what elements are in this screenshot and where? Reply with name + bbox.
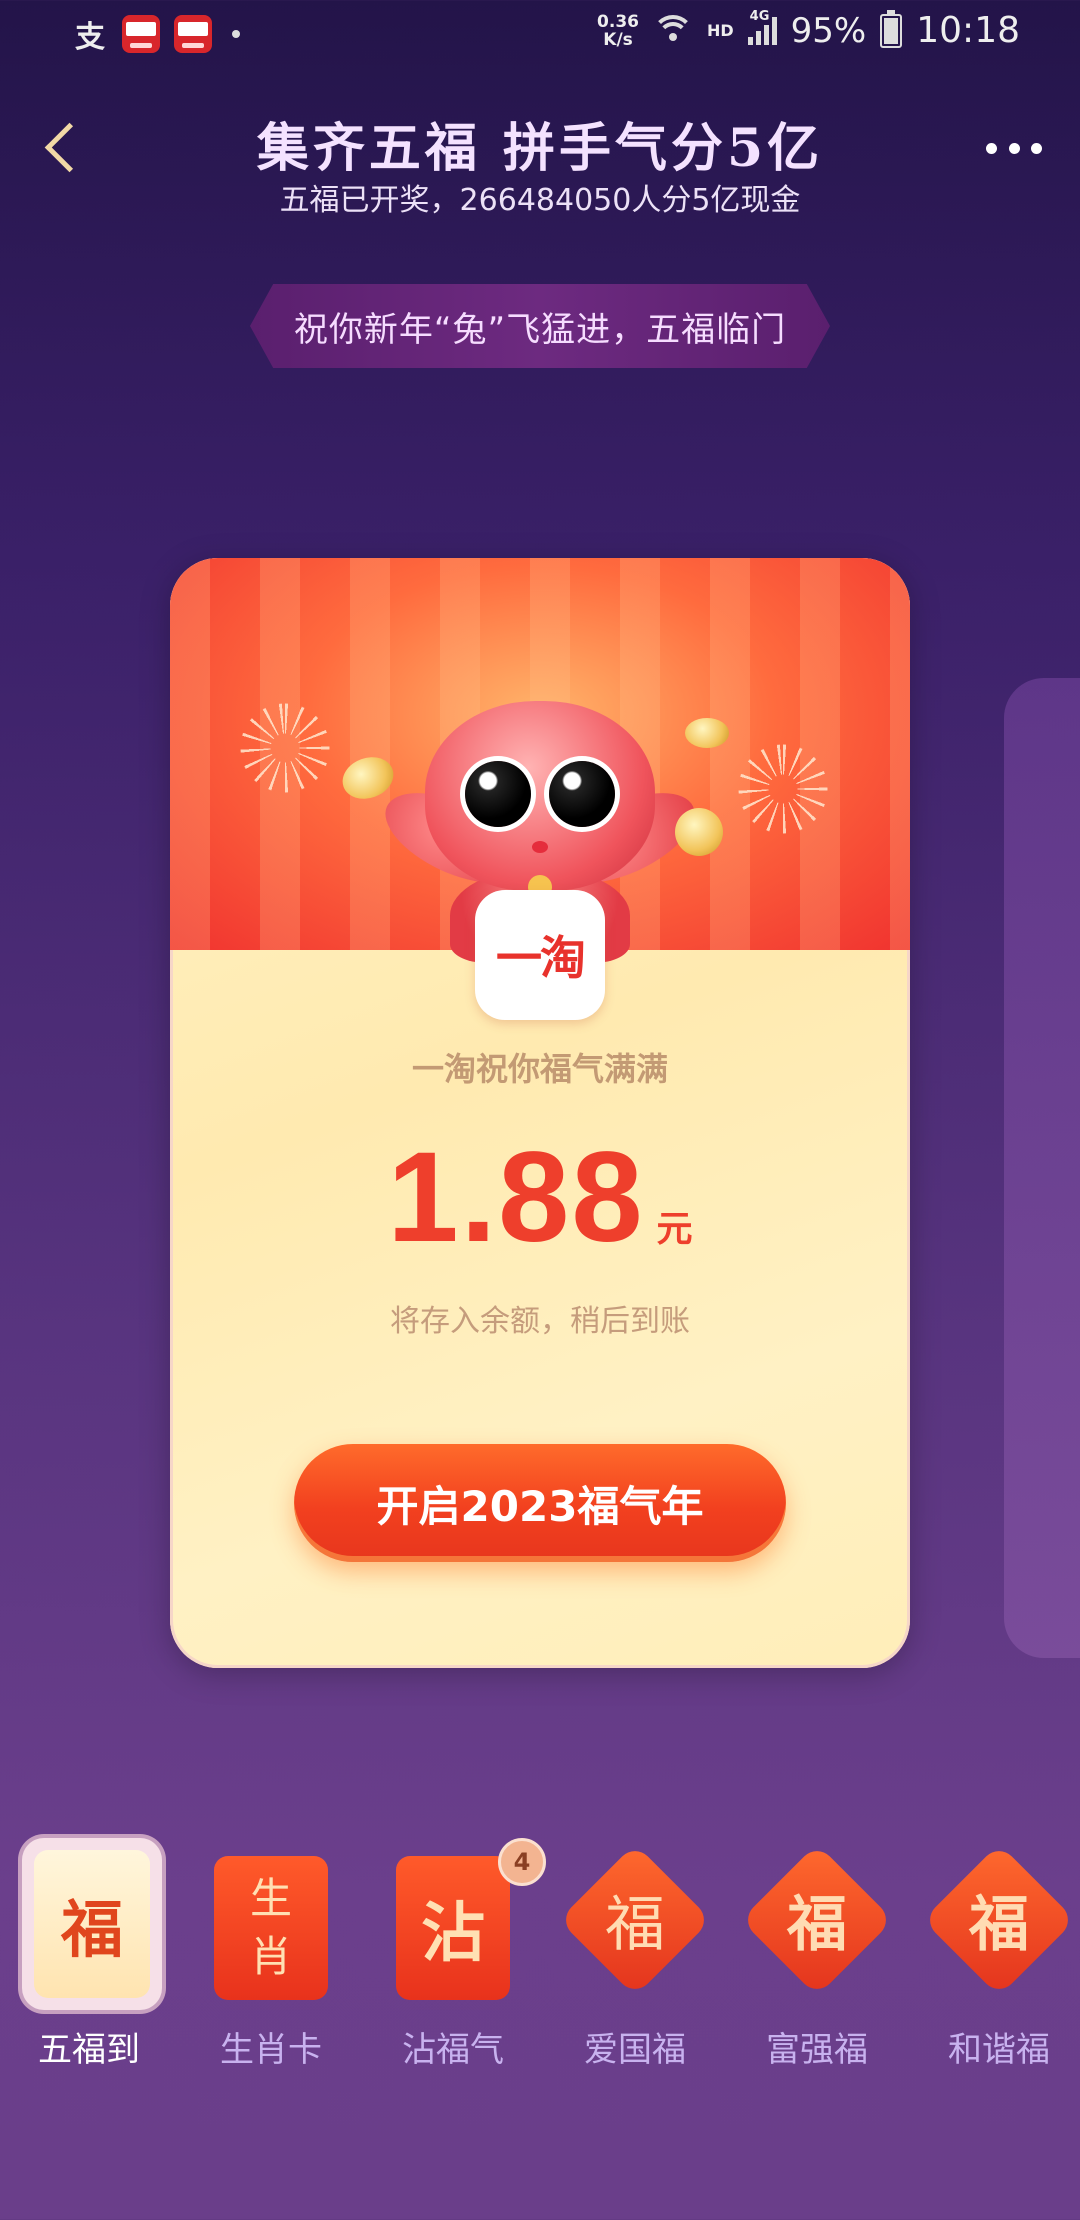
wish-text: 一淘祝你福气满满	[411, 1050, 668, 1088]
gold-coin-icon	[685, 718, 729, 748]
status-indicators: 0.36 K/s HD 4G 95% 10:18	[597, 9, 1020, 52]
notification-icons: 支	[72, 12, 240, 56]
net-speed-value: 0.36	[597, 11, 639, 32]
app-notification-icon	[174, 15, 212, 53]
tab-zodiac-card[interactable]: 生 肖 生肖卡	[186, 1838, 356, 2078]
status-bar: 支 0.36 K/s HD 4G 95% 10:18	[0, 0, 1080, 64]
fu-glyph: 福	[787, 1890, 847, 1960]
count-badge: 4	[498, 1838, 546, 1886]
reward-card: 一淘 一淘祝你福气满满 1.88 元 将存入余额，稍后到账 开启2023福气年	[170, 558, 910, 1668]
wifi-icon	[652, 14, 694, 47]
tab-label: 和谐福	[948, 2030, 1050, 2070]
zodiac-card-icon: 生 肖	[214, 1856, 328, 2000]
fu-glyph: 福	[969, 1890, 1029, 1960]
hd-label: HD	[707, 20, 734, 40]
more-dots-icon[interactable]	[986, 128, 1042, 168]
zhan-icon: 沾	[396, 1856, 510, 2000]
page-title: 集齐五福 拼手气分5亿	[256, 118, 824, 179]
net-speed-unit: K/s	[603, 29, 633, 50]
network-speed: 0.36 K/s	[597, 13, 639, 49]
firework-icon	[738, 744, 828, 834]
tab-fuqiang-fu[interactable]: 福 富强福	[732, 1838, 902, 2078]
card-tabs: 福 五福到 生 肖 生肖卡 沾 4 沾福气 福 爱国福 福 富强福 福 和谐福	[0, 1838, 1080, 2078]
reward-amount: 1.88 元	[170, 1124, 910, 1271]
amount-value: 1.88	[387, 1126, 645, 1269]
greeting-banner: 祝你新年“兔”飞猛进，五福临门	[250, 284, 830, 368]
tab-label: 爱国福	[584, 2030, 686, 2070]
greeting-text: 祝你新年“兔”飞猛进，五福临门	[250, 284, 830, 368]
zodiac-glyph-top: 生	[249, 1874, 292, 1923]
gold-coin-icon	[675, 808, 723, 856]
network-type: HD	[707, 20, 734, 40]
amount-unit: 元	[656, 1209, 693, 1250]
active-tab-frame: 福	[22, 1838, 162, 2010]
battery-icon	[880, 9, 903, 48]
firework-icon	[240, 703, 330, 793]
page-subtitle: 五福已开奖，266484050人分5亿现金	[279, 183, 801, 218]
alipay-icon: 支	[75, 20, 105, 55]
tab-label: 沾福气	[402, 2030, 504, 2070]
brand-logo: 一淘	[475, 890, 605, 1020]
tab-hexie-fu[interactable]: 福 和谐福	[914, 1838, 1080, 2078]
fu-icon: 福	[34, 1850, 150, 1998]
battery-percent: 95%	[790, 10, 867, 51]
next-card-peek[interactable]	[1004, 678, 1080, 1658]
deposit-note: 将存入余额，稍后到账	[390, 1304, 690, 1339]
app-notification-icon	[122, 15, 160, 53]
start-fortune-year-button[interactable]: 开启2023福气年	[294, 1444, 786, 1562]
tab-wufu-dao[interactable]: 福 五福到	[4, 1838, 174, 2078]
clock: 10:18	[916, 10, 1020, 51]
tab-aiguo-fu[interactable]: 福 爱国福	[550, 1838, 720, 2078]
gen-label: 4G	[749, 8, 770, 24]
tab-zhan-fuqi[interactable]: 沾 4 沾福气	[368, 1838, 546, 2078]
zodiac-glyph-bottom: 肖	[249, 1932, 292, 1981]
tab-label: 五福到	[38, 2030, 140, 2070]
tab-label: 生肖卡	[220, 2030, 322, 2070]
fu-glyph: 福	[605, 1890, 665, 1960]
more-notifications-icon	[232, 30, 240, 38]
tab-label: 富强福	[766, 2030, 868, 2070]
cellular: 4G	[747, 9, 777, 45]
